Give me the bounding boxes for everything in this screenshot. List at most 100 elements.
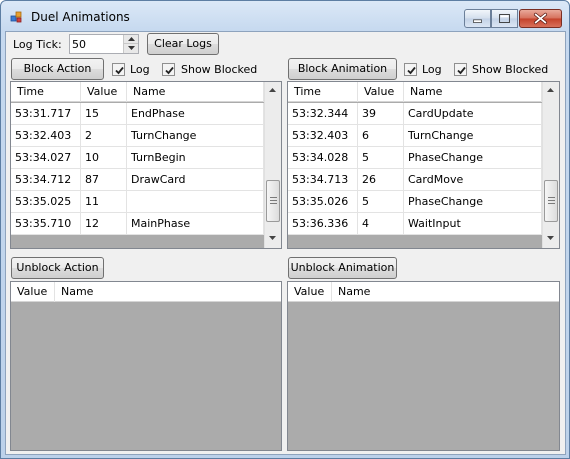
column-header-value[interactable]: Value [358,82,404,102]
name-cell: WaitInput [404,213,542,235]
minimize-button[interactable] [464,9,491,28]
name-cell: EndPhase [127,103,264,125]
clear-logs-button[interactable]: Clear Logs [147,33,219,55]
block-action-button[interactable]: Block Action [11,58,104,80]
name-cell: CardUpdate [404,103,542,125]
value-cell: 6 [358,125,404,147]
checkmark-icon [407,66,416,75]
log-tick-stepper[interactable] [69,34,139,54]
time-cell: 53:34.028 [288,147,358,169]
chevron-down-icon [269,236,276,240]
value-cell: 26 [358,169,404,191]
unblock-animation-button[interactable]: Unblock Animation [288,257,397,279]
checkmark-icon [457,66,466,75]
column-header-value[interactable]: Value [81,82,127,102]
block-animation-button[interactable]: Block Animation [288,58,397,80]
value-cell: 5 [358,191,404,213]
blocked-actions-grid[interactable]: Value Name [10,281,282,451]
table-row[interactable]: 53:35.710 12 MainPhase [11,213,264,235]
column-header-time[interactable]: Time [11,82,81,102]
value-cell: 2 [81,125,127,147]
chevron-up-icon [547,88,554,92]
scroll-thumb[interactable] [544,180,558,222]
scroll-down-button[interactable] [265,230,281,247]
grid-header: Time Value Name [11,82,264,102]
name-cell: TurnBegin [127,147,264,169]
animation-log-grid[interactable]: Time Value Name 53:32.344 39 CardUpdate 53:… [287,81,560,249]
chevron-up-icon [269,88,276,92]
column-header-name[interactable]: Name [55,282,281,302]
stepper-down-button[interactable] [123,44,138,53]
grid-header: Time Value Name [288,82,542,102]
checkmark-icon [115,66,124,75]
maximize-icon [499,14,510,23]
value-cell: 5 [358,147,404,169]
checkmark-icon [165,66,174,75]
column-header-name[interactable]: Name [332,282,559,302]
chevron-down-icon [547,236,554,240]
blocked-animations-grid[interactable]: Value Name [287,281,560,451]
table-row[interactable]: 53:34.713 26 CardMove [288,169,542,191]
grid-header: Value Name [288,282,559,302]
name-cell: CardMove [404,169,542,191]
left-log-checkbox[interactable] [112,63,125,76]
client-area: Log Tick: Clear Logs Block Action Log Sh… [5,31,566,455]
name-cell: TurnChange [404,125,542,147]
animation-log-scrollbar[interactable] [542,82,559,248]
right-log-checkbox[interactable] [404,63,417,76]
column-header-name[interactable]: Name [127,82,264,102]
chevron-down-icon [128,46,135,50]
left-log-label: Log [130,63,150,76]
table-row[interactable]: 53:34.712 87 DrawCard [11,169,264,191]
title-bar[interactable]: Duel Animations [1,1,569,31]
value-cell: 87 [81,169,127,191]
right-show-blocked-checkbox[interactable] [454,63,467,76]
maximize-button[interactable] [491,9,518,28]
time-cell: 53:32.344 [288,103,358,125]
grid-header: Value Name [11,282,281,302]
left-show-blocked-label: Show Blocked [181,63,258,76]
left-show-blocked-checkbox[interactable] [162,63,175,76]
table-row[interactable]: 53:32.344 39 CardUpdate [288,103,542,125]
table-row[interactable]: 53:35.026 5 PhaseChange [288,191,542,213]
scroll-up-button[interactable] [543,82,559,99]
table-row[interactable]: 53:34.028 5 PhaseChange [288,147,542,169]
table-row[interactable]: 53:34.027 10 TurnBegin [11,147,264,169]
value-cell: 12 [81,213,127,235]
column-header-name[interactable]: Name [404,82,542,102]
close-button[interactable] [519,9,562,28]
action-log-scrollbar[interactable] [264,82,281,248]
chevron-up-icon [128,37,135,41]
table-row[interactable]: 53:31.717 15 EndPhase [11,103,264,125]
time-cell: 53:31.717 [11,103,81,125]
minimize-icon [473,19,482,23]
time-cell: 53:34.712 [11,169,81,191]
close-icon [533,12,548,25]
table-row[interactable]: 53:35.025 11 [11,191,264,213]
time-cell: 53:36.336 [288,213,358,235]
value-cell: 4 [358,213,404,235]
time-cell: 53:35.026 [288,191,358,213]
time-cell: 53:35.025 [11,191,81,213]
scroll-thumb[interactable] [266,180,280,222]
log-tick-input[interactable] [72,36,120,52]
unblock-action-button[interactable]: Unblock Action [11,257,104,279]
scroll-up-button[interactable] [265,82,281,99]
time-cell: 53:32.403 [288,125,358,147]
table-row[interactable]: 53:32.403 6 TurnChange [288,125,542,147]
name-cell: DrawCard [127,169,264,191]
table-row[interactable]: 53:32.403 2 TurnChange [11,125,264,147]
action-log-grid[interactable]: Time Value Name 53:31.717 15 EndPhase 53:32… [10,81,282,249]
time-cell: 53:34.027 [11,147,81,169]
right-log-label: Log [422,63,442,76]
table-row[interactable]: 53:36.336 4 WaitInput [288,213,542,235]
value-cell: 10 [81,147,127,169]
column-header-value[interactable]: Value [288,282,332,302]
scroll-down-button[interactable] [543,230,559,247]
duel-animations-window: Duel Animations Log Tick: 50 Clear Logs … [0,0,570,459]
column-header-time[interactable]: Time [288,82,358,102]
time-cell: 53:32.403 [11,125,81,147]
value-cell: 39 [358,103,404,125]
column-header-value[interactable]: Value [11,282,55,302]
stepper-up-button[interactable] [123,35,138,44]
